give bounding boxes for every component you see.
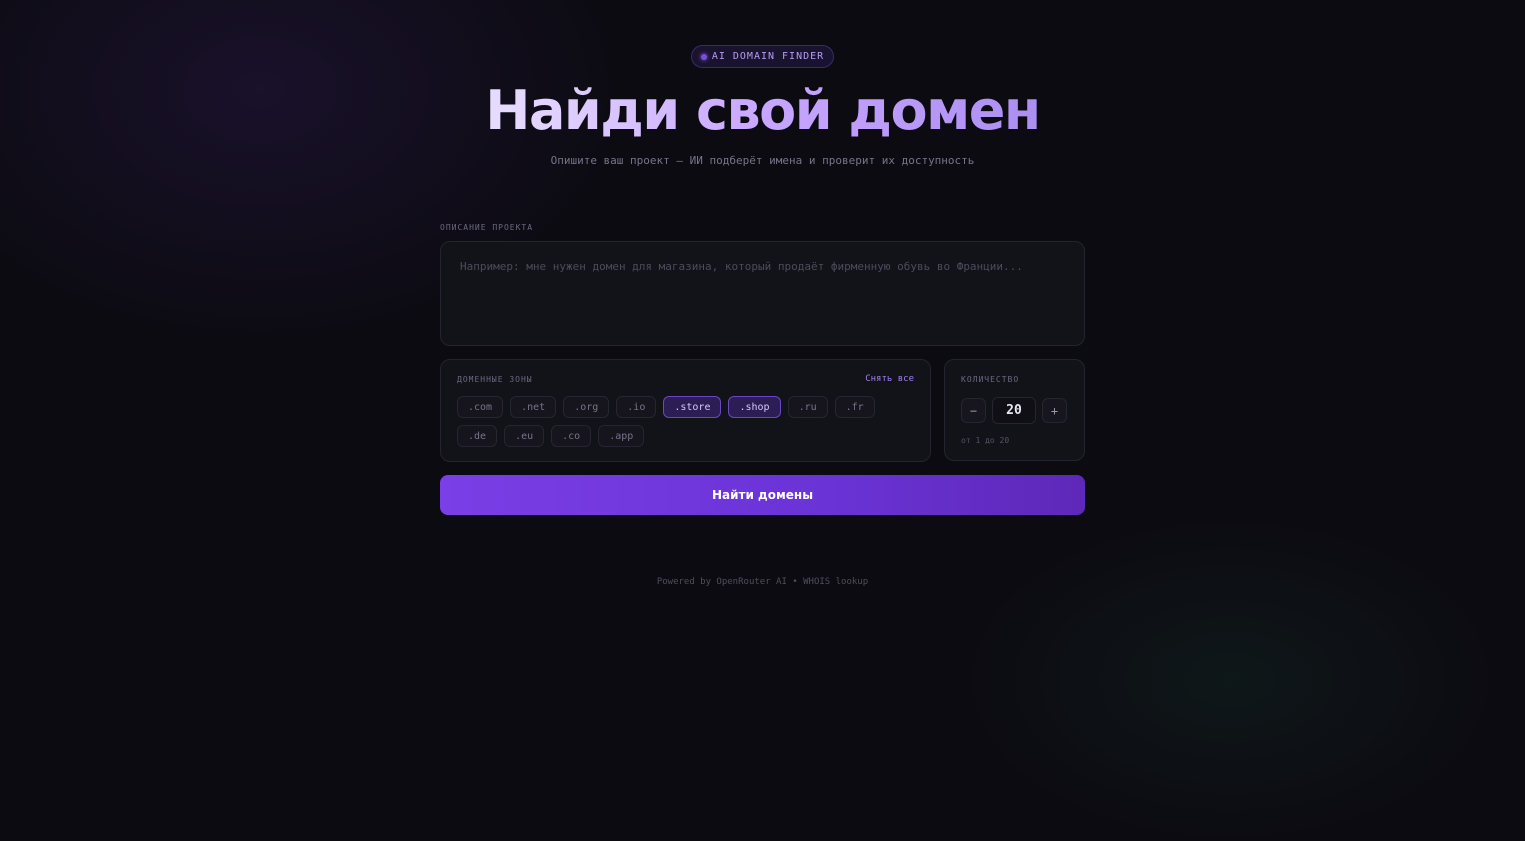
zone-chips: .com .net .org .io .store .shop .ru .fr .de .eu .c… (457, 396, 917, 447)
decrement-button[interactable]: − (961, 398, 986, 423)
zone-chip-shop[interactable]: .shop (728, 396, 781, 418)
page-subtitle: Опишите ваш проект — ИИ подберёт имена и… (550, 154, 975, 167)
clear-all-button[interactable]: Снять все (865, 374, 914, 384)
increment-button[interactable]: + (1042, 398, 1067, 423)
range-hint: от 1 до 20 (961, 436, 1010, 445)
zone-chip-store[interactable]: .store (663, 396, 722, 418)
zone-chip-co[interactable]: .co (551, 425, 592, 447)
zone-chip-ru[interactable]: .ru (787, 396, 828, 418)
badge-label: AI DOMAIN FINDER (711, 51, 825, 62)
count-label: КОЛИЧЕСТВО (961, 375, 1020, 384)
quantity-value[interactable]: 20 (992, 397, 1036, 424)
description-label: ОПИСАНИЕ ПРОЕКТА (440, 223, 534, 232)
zone-chip-de[interactable]: .de (457, 425, 498, 447)
zone-chip-app[interactable]: .app (598, 425, 645, 447)
app-badge: AI DOMAIN FINDER (691, 45, 834, 68)
domain-zones-panel: ДОМЕННЫЕ ЗОНЫ Снять все .com .net .org .io.… (440, 359, 931, 462)
zones-label: ДОМЕННЫЕ ЗОНЫ (457, 375, 533, 384)
zone-chip-org[interactable]: .org (563, 396, 610, 418)
zone-chip-com[interactable]: .com (457, 396, 504, 418)
page-title: Найди свой домен (0, 80, 1525, 142)
zone-chip-net[interactable]: .net (510, 396, 557, 418)
footer-text: Powered by OpenRouter AI • WHOIS lookup (656, 577, 869, 587)
zone-chip-fr[interactable]: .fr (834, 396, 875, 418)
count-panel: КОЛИЧЕСТВО − 20 + от 1 до 20 (944, 359, 1085, 461)
description-input[interactable] (440, 241, 1085, 346)
zone-chip-io[interactable]: .io (616, 396, 657, 418)
quantity-stepper: − 20 + (961, 397, 1067, 424)
zone-chip-eu[interactable]: .eu (504, 425, 545, 447)
dot-icon (700, 53, 707, 60)
find-domains-button[interactable]: Найти домены (440, 475, 1085, 515)
